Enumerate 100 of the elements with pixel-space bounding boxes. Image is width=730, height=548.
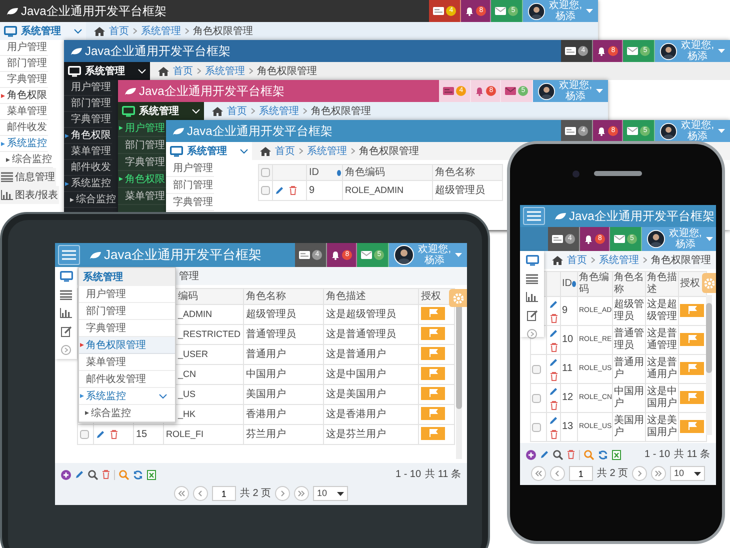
menu-header[interactable]: 系统管理 xyxy=(64,62,150,80)
trash-icon[interactable] xyxy=(550,400,558,410)
breadcrumb-link[interactable]: 系统管理 xyxy=(307,144,347,158)
menu-item[interactable]: 角色权限 xyxy=(0,88,48,104)
spreadsheet-icon[interactable] xyxy=(147,470,156,480)
trash-icon[interactable] xyxy=(289,186,297,195)
first-page-button[interactable] xyxy=(174,486,189,501)
trash-icon[interactable] xyxy=(550,372,558,380)
menu-item[interactable]: 系统监控 xyxy=(64,176,112,192)
menu-item[interactable]: 部门管理 xyxy=(64,96,112,112)
menu-item[interactable]: 用户管理 xyxy=(79,286,175,303)
monitor-icon[interactable] xyxy=(122,106,135,116)
pencil-icon[interactable] xyxy=(96,430,105,439)
authorize-button[interactable] xyxy=(421,406,445,420)
checkbox[interactable] xyxy=(261,168,270,177)
page-input[interactable]: 1 xyxy=(568,466,593,481)
menu-item[interactable]: 部门管理 xyxy=(166,177,214,194)
menu-header[interactable]: 系统管理 xyxy=(79,268,175,286)
pencil-icon[interactable] xyxy=(549,416,558,424)
authorize-button[interactable] xyxy=(421,306,445,320)
list-icon[interactable] xyxy=(526,274,538,284)
first-page-button[interactable] xyxy=(530,466,546,481)
menu-header[interactable]: 系统管理 xyxy=(118,102,204,120)
breadcrumb-link[interactable]: 首页 xyxy=(275,144,295,158)
column-header[interactable]: 角色编码 xyxy=(342,164,432,180)
page-size-select[interactable]: 10 xyxy=(670,466,706,481)
module-item[interactable]: 图表/报表 xyxy=(0,186,59,204)
page-size-select[interactable]: 10 xyxy=(313,486,348,501)
column-header[interactable]: 角色名称 xyxy=(612,272,646,296)
menu-item[interactable]: 部门管理 xyxy=(79,303,175,320)
pencil-icon[interactable] xyxy=(549,386,558,396)
list-icon[interactable] xyxy=(60,290,72,300)
menu-item[interactable]: 菜单管理 xyxy=(79,354,175,371)
menu-item[interactable]: 用户管理 xyxy=(166,160,214,177)
breadcrumb-link[interactable]: 首页 xyxy=(173,64,193,78)
breadcrumb-link[interactable]: 系统管理 xyxy=(259,104,299,118)
module-item[interactable]: 信息管理 xyxy=(0,168,56,186)
column-header[interactable]: ID xyxy=(560,272,578,296)
authorize-button[interactable] xyxy=(680,304,704,317)
menu-item[interactable]: 综合监控 xyxy=(79,405,175,422)
menu-header[interactable]: 系统管理 xyxy=(0,22,86,40)
breadcrumb-link[interactable]: 首页 xyxy=(109,24,129,38)
pencil-icon[interactable] xyxy=(540,450,549,459)
menu-item[interactable]: 用户管理 xyxy=(0,40,48,56)
menu-item[interactable]: 邮件收发管理 xyxy=(79,371,175,388)
list-icon[interactable] xyxy=(1,172,13,182)
menu-item[interactable]: 系统监控 xyxy=(79,388,175,405)
breadcrumb-link[interactable]: 系统管理 xyxy=(599,252,639,268)
add-icon[interactable] xyxy=(61,470,71,480)
pencil-icon[interactable] xyxy=(549,328,558,338)
add-icon[interactable] xyxy=(526,450,536,460)
menu-item[interactable]: 字典管理 xyxy=(0,72,48,88)
trash-icon[interactable] xyxy=(550,342,558,352)
expand-icon[interactable] xyxy=(61,345,71,355)
column-header[interactable]: 角色描述 xyxy=(324,288,418,304)
bar-chart-icon[interactable] xyxy=(526,292,538,302)
menu-item[interactable]: 系统监控 xyxy=(0,136,48,152)
refresh-icon[interactable] xyxy=(598,450,608,460)
page-input[interactable]: 1 xyxy=(212,486,236,501)
trash-icon[interactable] xyxy=(550,430,558,438)
authorize-button[interactable] xyxy=(421,386,445,400)
next-page-button[interactable] xyxy=(632,466,648,481)
checkbox[interactable] xyxy=(261,186,270,195)
authorize-button[interactable] xyxy=(421,366,445,380)
last-page-button[interactable] xyxy=(294,486,310,501)
monitor-icon[interactable] xyxy=(68,66,81,76)
sort-icon[interactable] xyxy=(337,170,341,176)
authorize-button[interactable] xyxy=(421,326,445,340)
search-icon[interactable] xyxy=(553,450,563,460)
breadcrumb-link[interactable]: 系统管理 xyxy=(205,64,245,78)
bar-chart-icon[interactable] xyxy=(60,308,72,318)
menu-item[interactable]: 角色权限管理 xyxy=(79,337,175,354)
trash-icon[interactable] xyxy=(550,314,558,322)
edit-icon[interactable] xyxy=(60,326,72,337)
authorize-button[interactable] xyxy=(680,362,704,375)
pencil-icon[interactable] xyxy=(275,186,284,195)
menu-button[interactable] xyxy=(58,245,80,265)
menu-item[interactable]: 菜单管理 xyxy=(64,144,112,160)
previous-page-button[interactable] xyxy=(550,466,565,481)
last-page-button[interactable] xyxy=(651,466,666,481)
menu-button[interactable] xyxy=(523,207,545,225)
authorize-button[interactable] xyxy=(680,332,704,346)
menu-item[interactable]: 用户管理 xyxy=(64,80,112,96)
authorize-button[interactable] xyxy=(421,426,445,440)
trash-icon[interactable] xyxy=(102,470,110,479)
trash-icon[interactable] xyxy=(110,430,118,439)
authorize-button[interactable] xyxy=(421,346,445,360)
column-header[interactable]: 角色编码 xyxy=(578,272,612,296)
column-header[interactable]: 角色名称 xyxy=(432,164,502,180)
previous-page-button[interactable] xyxy=(192,486,208,501)
breadcrumb-link[interactable]: 首页 xyxy=(567,252,587,268)
column-header[interactable]: 编码 xyxy=(178,291,198,302)
column-header[interactable]: ID xyxy=(306,164,342,180)
column-header[interactable]: 角色名称 xyxy=(244,288,324,304)
pencil-icon[interactable] xyxy=(549,358,558,366)
column-header[interactable]: 角色描述 xyxy=(646,272,678,296)
menu-item[interactable]: 角色权限 xyxy=(64,128,112,144)
menu-item[interactable]: 字典管理 xyxy=(64,112,112,128)
breadcrumb-link[interactable]: 首页 xyxy=(227,104,247,118)
next-page-button[interactable] xyxy=(275,486,290,501)
